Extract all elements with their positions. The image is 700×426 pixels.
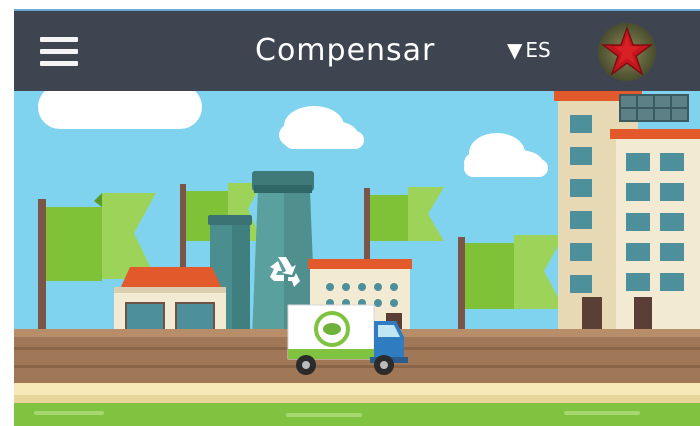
language-label: ES xyxy=(525,38,551,62)
hamburger-menu-icon[interactable] xyxy=(40,37,78,69)
user-avatar-star-icon xyxy=(598,23,656,81)
building-tall xyxy=(610,94,700,331)
top-app-bar: Compensar ▼ ES xyxy=(14,9,700,91)
banner-illustration xyxy=(14,85,700,426)
city-eco-illustration xyxy=(14,85,700,426)
sidewalk xyxy=(14,383,700,395)
leaf-icon xyxy=(323,323,341,335)
app-frame: Compensar ▼ ES xyxy=(14,9,700,426)
user-avatar[interactable] xyxy=(598,23,656,81)
cloud xyxy=(38,85,202,129)
language-selector[interactable]: ▼ ES xyxy=(507,38,551,62)
app-title: Compensar xyxy=(255,33,436,68)
caret-down-icon: ▼ xyxy=(507,38,523,62)
